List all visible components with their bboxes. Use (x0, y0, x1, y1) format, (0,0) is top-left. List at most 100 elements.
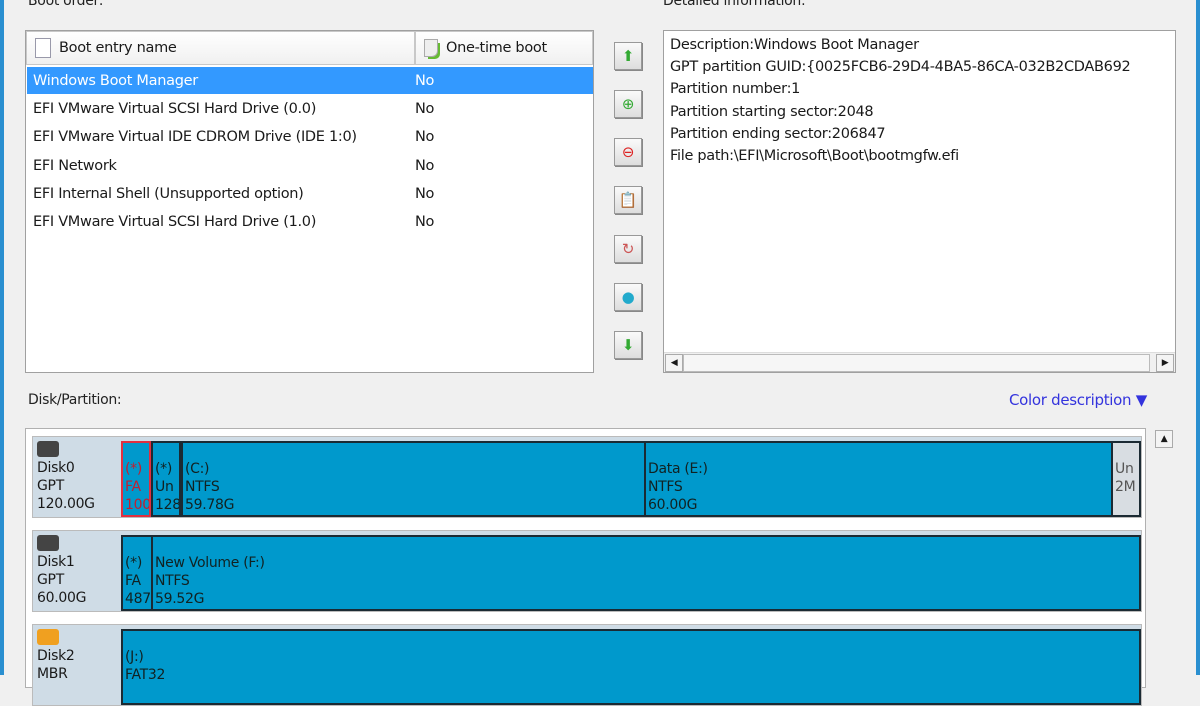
entry-onetime: No (415, 213, 435, 230)
partition[interactable]: (C:) NTFS 59.78G (181, 441, 646, 517)
color-description-link[interactable]: Color description ▼ (1009, 391, 1147, 409)
partition[interactable]: (J:) FAT32 (121, 629, 1141, 705)
partition-size: 2M (1115, 479, 1136, 495)
network-entry-button[interactable]: ● (614, 283, 642, 311)
column-header-name[interactable]: Boot entry name (26, 31, 415, 65)
move-down-button[interactable]: ⬇ (614, 331, 642, 359)
onetime-icon (424, 39, 438, 57)
disk-size: 120.00G (37, 496, 95, 512)
entry-onetime: No (415, 157, 435, 174)
partition-fs: NTFS (185, 479, 220, 495)
backup-entry-button[interactable]: ↻ (614, 235, 642, 263)
entry-onetime: No (415, 185, 435, 202)
column-header-onetime[interactable]: One-time boot (415, 31, 593, 65)
disk-info: Disk0 GPT 120.00G (37, 441, 95, 513)
column-label: One-time boot (446, 40, 547, 56)
partition-label: (J:) (125, 649, 144, 665)
scroll-right-icon[interactable]: ▶ (1156, 354, 1174, 372)
partition-label: Data (E:) (648, 461, 708, 477)
partition-fs: FA (125, 479, 141, 495)
partition-size: 60.00G (648, 497, 698, 513)
detail-line: Partition starting sector:2048 (670, 104, 874, 120)
entry-name: EFI VMware Virtual SCSI Hard Drive (0.0) (33, 100, 317, 117)
usb-disk-icon (37, 629, 59, 645)
partition-label: New Volume (F:) (155, 555, 265, 571)
column-label: Boot entry name (59, 40, 177, 56)
disk-map: Disk0 GPT 120.00G (*) FA 100 (*) Un 128 (C:)… (25, 428, 1146, 706)
disk-type: MBR (37, 666, 68, 682)
partition[interactable]: (*) FA 100 (121, 441, 151, 517)
boot-entry-row[interactable]: EFI Internal Shell (Unsupported option) N… (27, 180, 593, 207)
backup-icon: ↻ (621, 240, 635, 258)
detail-info-box[interactable]: Description:Windows Boot Manager GPT par… (663, 30, 1176, 373)
boot-entry-row[interactable]: EFI VMware Virtual SCSI Hard Drive (0.0)… (27, 95, 593, 122)
boot-entry-row[interactable]: EFI VMware Virtual IDE CDROM Drive (IDE … (27, 123, 593, 150)
delete-entry-icon: ⊖ (621, 143, 635, 161)
move-up-button[interactable]: ⬆ (614, 42, 642, 70)
arrow-down-icon: ⬇ (621, 336, 635, 354)
boot-order-label: Boot order: (28, 0, 104, 9)
detail-label: Detailed information: (663, 0, 806, 9)
entry-name: Windows Boot Manager (33, 72, 198, 89)
boot-entry-row[interactable]: EFI Network No (27, 152, 593, 179)
disk-row-disk0[interactable]: Disk0 GPT 120.00G (*) FA 100 (*) Un 128 (C:)… (32, 436, 1142, 518)
partition[interactable]: Data (E:) NTFS 60.00G (644, 441, 1113, 517)
delete-entry-button[interactable]: ⊖ (614, 138, 642, 166)
unallocated-partition[interactable]: Un 2M (1111, 441, 1141, 517)
scrollbar-thumb[interactable] (683, 354, 1150, 372)
network-icon: ● (621, 288, 635, 306)
horizontal-scrollbar[interactable]: ◀ ▶ (664, 352, 1175, 372)
partition-size: 487 (125, 591, 151, 607)
detail-line: Partition number:1 (670, 81, 801, 97)
partition-label: (*) (125, 555, 143, 571)
partition-size: 100 (125, 497, 151, 513)
entry-name: EFI VMware Virtual IDE CDROM Drive (IDE … (33, 128, 357, 145)
entry-onetime: No (415, 100, 435, 117)
partition-fs: Un (1115, 461, 1134, 477)
entry-onetime: No (415, 72, 435, 89)
disk-row-disk2[interactable]: Disk2 MBR (J:) FAT32 (32, 624, 1142, 706)
partition-fs: NTFS (155, 573, 190, 589)
partition-label: (C:) (185, 461, 210, 477)
boot-entry-list[interactable]: Boot entry name One-time boot Windows Bo… (25, 30, 594, 373)
arrow-up-icon: ⬆ (621, 47, 635, 65)
detail-line: Partition ending sector:206847 (670, 126, 886, 142)
disk-partition-label: Disk/Partition: (28, 392, 122, 408)
disk-type: GPT (37, 572, 64, 588)
partition-size: 59.78G (185, 497, 235, 513)
partition[interactable]: New Volume (F:) NTFS 59.52G (151, 535, 1141, 611)
detail-line: Description:Windows Boot Manager (670, 37, 919, 53)
entry-name: EFI VMware Virtual SCSI Hard Drive (1.0) (33, 213, 317, 230)
disk-type: GPT (37, 478, 64, 494)
partition-fs: FAT32 (125, 667, 166, 683)
add-entry-icon: ⊕ (621, 95, 635, 113)
disk-size: 60.00G (37, 590, 87, 606)
disk-name: Disk1 (37, 554, 75, 570)
partition-fs: Un (155, 479, 174, 495)
disk-info: Disk1 GPT 60.00G (37, 535, 86, 607)
clipboard-edit-icon: 📋 (618, 191, 638, 209)
partition-fs: NTFS (648, 479, 683, 495)
hard-disk-icon (37, 441, 59, 457)
partition[interactable]: (*) Un 128 (151, 441, 181, 517)
partition-label: (*) (125, 461, 143, 477)
scroll-up-icon[interactable]: ▲ (1155, 430, 1173, 448)
partition[interactable]: (*) FA 487 (121, 535, 153, 611)
edit-entry-button[interactable]: 📋 (614, 186, 642, 214)
detail-line: File path:\EFI\Microsoft\Boot\bootmgfw.e… (670, 148, 959, 164)
partition-size: 59.52G (155, 591, 205, 607)
entry-name: EFI Network (33, 157, 117, 174)
detail-line: GPT partition GUID:{0025FCB6-29D4-4BA5-8… (670, 59, 1131, 75)
page-icon (35, 38, 51, 58)
boot-entry-row[interactable]: Windows Boot Manager No (27, 67, 593, 94)
partition-fs: FA (125, 573, 141, 589)
add-entry-button[interactable]: ⊕ (614, 90, 642, 118)
disk-row-disk1[interactable]: Disk1 GPT 60.00G (*) FA 487 New Volume (F:… (32, 530, 1142, 612)
entry-name: EFI Internal Shell (Unsupported option) (33, 185, 304, 202)
window-edge-left (0, 0, 4, 675)
boot-entry-row[interactable]: EFI VMware Virtual SCSI Hard Drive (1.0)… (27, 208, 593, 235)
partition-label: (*) (155, 461, 173, 477)
vertical-scrollbar[interactable]: ▲ (1152, 428, 1176, 675)
hard-disk-icon (37, 535, 59, 551)
scroll-left-icon[interactable]: ◀ (665, 354, 683, 372)
